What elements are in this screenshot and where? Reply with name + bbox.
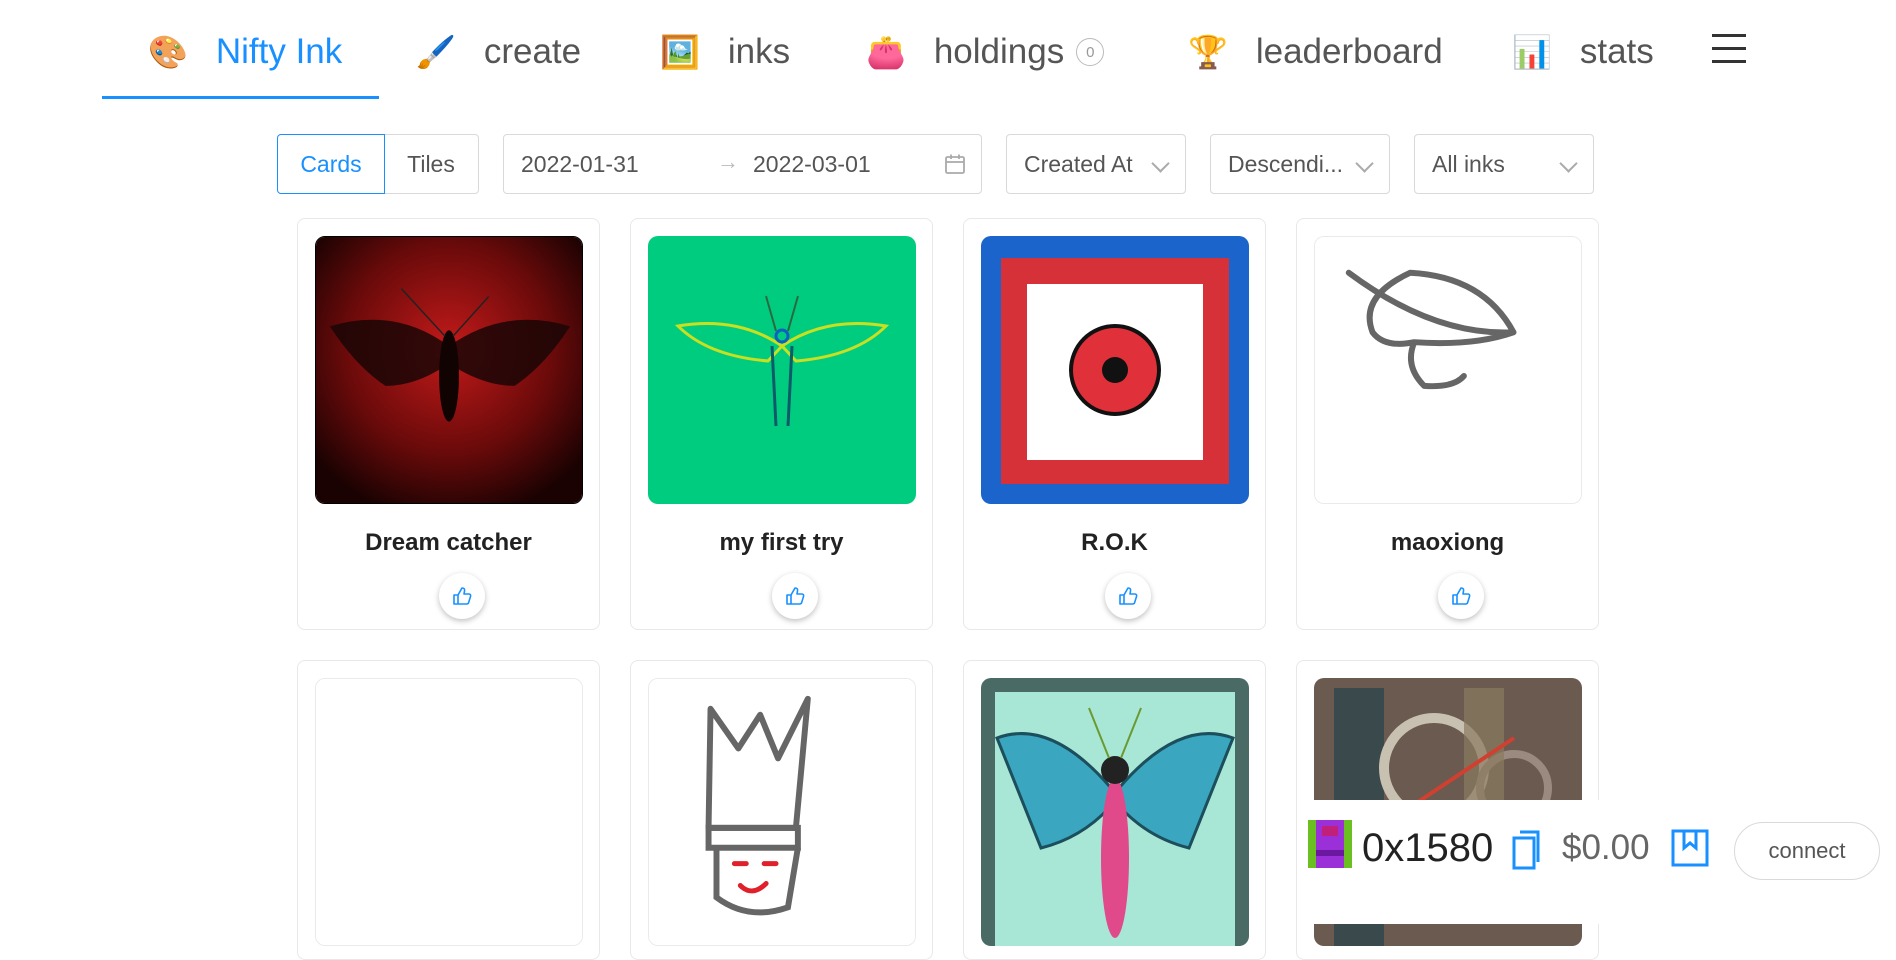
thumbs-up-icon [1452, 587, 1471, 605]
thumbs-up-icon [453, 587, 472, 605]
copy-icon[interactable] [1510, 828, 1544, 872]
ink-title: maoxiong [1390, 529, 1505, 556]
connect-button[interactable]: connect [1734, 822, 1880, 880]
view-cards-button[interactable]: Cards [277, 134, 385, 194]
ink-filter-value: All inks [1432, 151, 1505, 177]
sort-order-select[interactable]: Descendi... [1210, 134, 1390, 194]
nav-item-label: leaderboard [1255, 32, 1443, 71]
palette-icon: 🎨 [148, 34, 188, 70]
nav-item-stats[interactable]: 📊 stats [1512, 22, 1654, 82]
ink-title: my first try [719, 529, 844, 556]
ink-thumbnail[interactable] [648, 236, 916, 504]
ink-card[interactable] [630, 660, 933, 960]
top-navigation: 🎨 Nifty Ink 🖌️ create 🖼️ inks 👛 holdings… [0, 0, 1896, 100]
holdings-count-badge: 0 [1076, 38, 1105, 66]
nav-item-inks[interactable]: 🖼️ inks [660, 22, 790, 82]
nav-item-leaderboard[interactable]: 🏆 leaderboard [1188, 22, 1443, 82]
thumbs-up-icon [1119, 587, 1138, 605]
nav-item-label: Nifty Ink [215, 32, 343, 71]
active-tab-underline [102, 96, 379, 99]
end-date-input[interactable]: 2022-03-01 [753, 151, 871, 178]
wallet-address: 0x1580 [1362, 826, 1494, 870]
framed-picture-icon: 🖼️ [660, 34, 700, 70]
bar-chart-icon: 📊 [1512, 34, 1552, 70]
wallet-balance: $0.00 [1562, 828, 1650, 867]
calendar-icon [945, 154, 965, 174]
like-button[interactable] [1438, 573, 1484, 619]
ink-card[interactable] [297, 660, 600, 960]
nav-item-nifty-ink[interactable]: 🎨 Nifty Ink [148, 22, 342, 82]
ink-thumbnail[interactable] [315, 236, 583, 504]
ink-card[interactable]: my first try [630, 218, 933, 630]
nav-item-label: inks [727, 32, 791, 71]
brush-icon: 🖌️ [416, 34, 456, 70]
thumbs-up-icon [786, 587, 805, 605]
nav-item-label: stats [1579, 32, 1654, 71]
nav-item-create[interactable]: 🖌️ create [416, 22, 581, 82]
like-button[interactable] [1105, 573, 1151, 619]
like-button[interactable] [439, 573, 485, 619]
view-tiles-button[interactable]: Tiles [383, 134, 479, 194]
ink-thumbnail[interactable] [981, 678, 1249, 946]
start-date-input[interactable]: 2022-01-31 [521, 151, 639, 178]
ink-card[interactable] [963, 660, 1266, 960]
wallet-icon[interactable] [1670, 828, 1710, 868]
ink-filter-select[interactable]: All inks [1414, 134, 1594, 194]
ink-card[interactable]: R.O.K [963, 218, 1266, 630]
nav-item-label: holdings [933, 32, 1065, 71]
date-range-picker[interactable]: 2022-01-31 → 2022-03-01 [503, 134, 982, 194]
ink-card[interactable]: Dream catcher [297, 218, 600, 630]
trophy-icon: 🏆 [1188, 34, 1228, 70]
chevron-down-icon [1355, 154, 1374, 173]
wallet-bar: 0x1580 $0.00 connect [1298, 800, 1896, 924]
ink-card[interactable]: maoxiong [1296, 218, 1599, 630]
range-arrow-icon: → [717, 149, 739, 174]
nav-item-holdings[interactable]: 👛 holdings 0 [866, 22, 1105, 82]
sort-field-value: Created At [1024, 151, 1133, 177]
ink-thumbnail[interactable] [315, 678, 583, 946]
sort-order-value: Descendi... [1228, 151, 1344, 177]
ink-thumbnail[interactable] [981, 236, 1249, 504]
purse-icon: 👛 [866, 34, 906, 70]
chevron-down-icon [1151, 154, 1170, 173]
sort-field-select[interactable]: Created At [1006, 134, 1186, 194]
nav-item-label: create [483, 32, 582, 71]
menu-icon[interactable] [1712, 34, 1746, 64]
ink-title: Dream catcher [365, 529, 532, 556]
ink-title: R.O.K [1081, 529, 1148, 556]
chevron-down-icon [1559, 154, 1578, 173]
like-button[interactable] [772, 573, 818, 619]
ink-thumbnail[interactable] [648, 678, 916, 946]
ink-thumbnail[interactable] [1314, 236, 1582, 504]
avatar [1308, 820, 1352, 868]
